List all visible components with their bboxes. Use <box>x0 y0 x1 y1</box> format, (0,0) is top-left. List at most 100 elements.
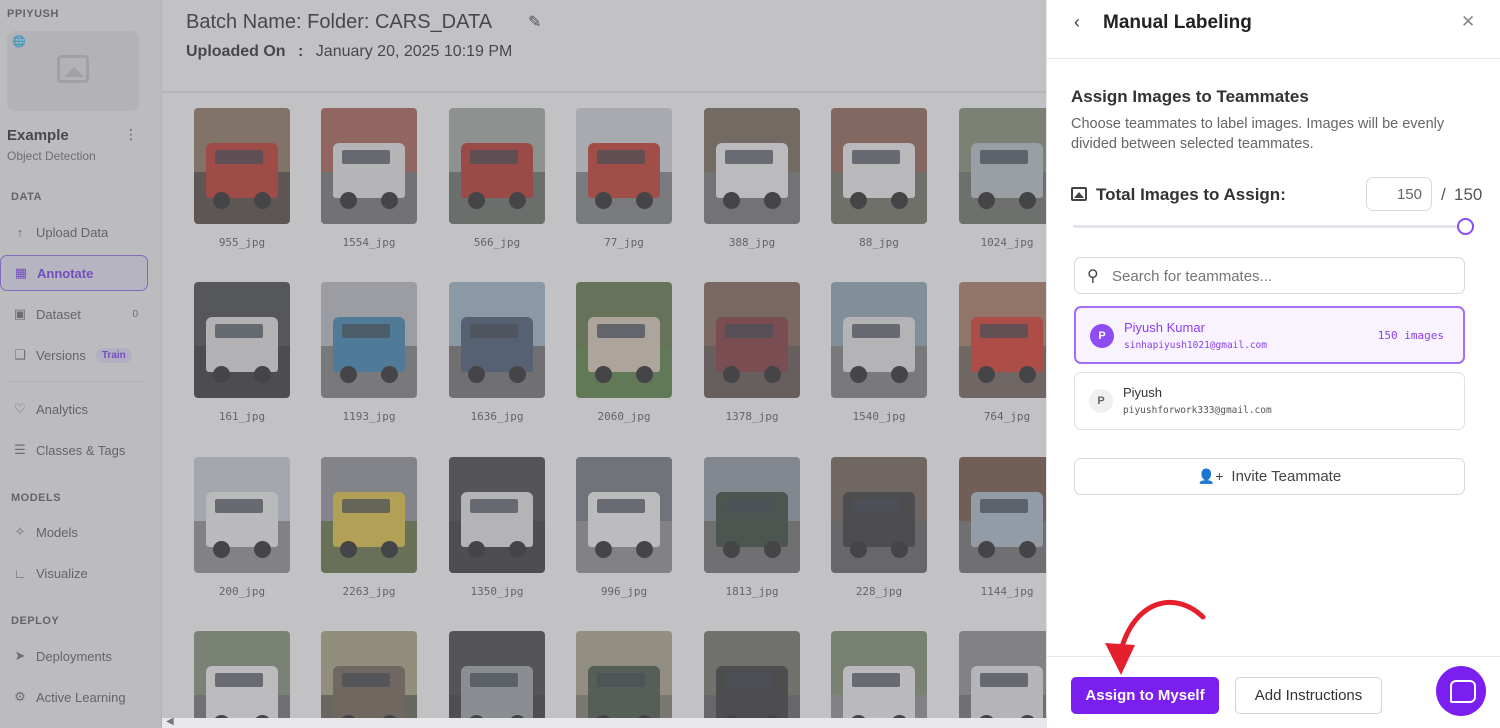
main-content: Batch Name: Folder: CARS_DATA ✎ Uploaded… <box>162 0 1046 728</box>
image-thumbnail[interactable] <box>831 631 927 728</box>
invite-teammate-button[interactable]: 👤+ Invite Teammate <box>1074 458 1465 495</box>
image-thumbnail[interactable] <box>704 457 800 573</box>
add-instructions-button[interactable]: Add Instructions <box>1235 677 1382 714</box>
image-thumbnail[interactable] <box>576 282 672 398</box>
teammate-item-piyush-kumar[interactable]: P Piyush Kumar sinhapiyush1021@gmail.com… <box>1074 306 1465 364</box>
teammate-email: piyushforwork333@gmail.com <box>1123 405 1272 416</box>
close-icon[interactable]: ✕ <box>1461 12 1475 32</box>
image-filename: 388_jpg <box>728 236 776 249</box>
assign-heading: Assign Images to Teammates <box>1071 87 1309 106</box>
image-thumbnail[interactable] <box>321 282 417 398</box>
image-thumbnail[interactable] <box>576 108 672 224</box>
sidebar-item-label: Upload Data <box>36 224 109 240</box>
train-pill: Train <box>95 347 132 363</box>
analytics-icon: ♡ <box>14 401 26 416</box>
image-thumbnail[interactable] <box>959 631 1046 728</box>
section-models: MODELS <box>11 492 62 504</box>
sidebar-item-annotate[interactable]: ▦ Annotate <box>0 255 148 291</box>
image-thumbnail[interactable] <box>959 282 1046 398</box>
image-thumbnail[interactable] <box>959 457 1046 573</box>
sidebar-item-dataset[interactable]: ▣ Dataset 0 <box>0 296 148 332</box>
teammate-item-piyush[interactable]: P Piyush piyushforwork333@gmail.com <box>1074 372 1465 430</box>
image-thumbnail[interactable] <box>704 282 800 398</box>
total-images-label: Total Images to Assign: <box>1096 185 1286 204</box>
horizontal-scrollbar[interactable]: ◀ <box>162 716 1046 728</box>
image-thumbnail[interactable] <box>321 457 417 573</box>
slider-thumb[interactable] <box>1457 218 1474 235</box>
workspace-name[interactable]: PPIYUSH <box>7 8 59 20</box>
teammate-search[interactable]: ⚲ <box>1074 257 1465 294</box>
image-filename: 200_jpg <box>218 585 266 598</box>
section-data: DATA <box>11 191 42 203</box>
image-filename: 764_jpg <box>983 410 1031 423</box>
teammate-image-count: 150 images <box>1377 329 1444 342</box>
sidebar-item-deployments[interactable]: ➤ Deployments <box>0 638 148 674</box>
sidebar-item-analytics[interactable]: ♡ Analytics <box>0 391 148 427</box>
sidebar-item-classes-tags[interactable]: ☰ Classes & Tags <box>0 432 148 468</box>
edit-pencil-icon[interactable]: ✎ <box>528 12 541 32</box>
teammate-search-input[interactable] <box>1112 265 1452 287</box>
classes-icon: ☰ <box>14 442 26 457</box>
sidebar-item-versions[interactable]: ❏ Versions Train <box>0 337 148 373</box>
sidebar-item-label: Dataset <box>36 306 81 322</box>
active-learning-icon: ⚙ <box>14 689 26 704</box>
sidebar-item-label: Models <box>36 524 78 540</box>
total-separator: / <box>1441 185 1446 204</box>
sidebar-item-visualize[interactable]: ∟ Visualize <box>0 555 148 591</box>
back-chevron-icon[interactable]: ‹ <box>1074 12 1080 33</box>
chat-support-icon[interactable] <box>1436 666 1486 716</box>
batch-label: Batch Name: <box>186 11 302 33</box>
deployments-icon: ➤ <box>14 648 26 663</box>
sidebar-item-label: Analytics <box>36 401 89 417</box>
upload-icon: ↑ <box>16 224 24 240</box>
image-thumbnail[interactable] <box>321 631 417 728</box>
image-thumbnail[interactable] <box>449 457 545 573</box>
image-thumbnail[interactable] <box>449 631 545 728</box>
image-filename: 1024_jpg <box>980 236 1034 249</box>
image-thumbnail[interactable] <box>831 457 927 573</box>
total-images-input[interactable] <box>1366 177 1432 211</box>
uploaded-separator: : <box>298 43 304 60</box>
project-thumbnail[interactable]: 🌐 <box>7 31 139 111</box>
image-filename: 1813_jpg <box>725 585 779 598</box>
drawer-title: Manual Labeling <box>1103 12 1252 33</box>
section-deploy: DEPLOY <box>11 615 60 627</box>
sidebar-item-label: Classes & Tags <box>36 442 126 458</box>
image-filename: 1193_jpg <box>342 410 396 423</box>
sidebar-item-upload-data[interactable]: ↑ Upload Data <box>0 214 148 250</box>
image-filename: 2060_jpg <box>597 410 651 423</box>
image-thumbnail[interactable] <box>576 457 672 573</box>
image-thumbnail[interactable] <box>194 282 290 398</box>
images-slider[interactable] <box>1073 218 1474 235</box>
image-thumbnail[interactable] <box>704 108 800 224</box>
sidebar-item-label: Versions <box>36 347 86 363</box>
image-thumbnail[interactable] <box>449 282 545 398</box>
image-thumbnail[interactable] <box>194 457 290 573</box>
image-thumbnail[interactable] <box>831 282 927 398</box>
image-thumbnail[interactable] <box>194 631 290 728</box>
search-icon: ⚲ <box>1087 268 1099 285</box>
image-thumbnail[interactable] <box>959 108 1046 224</box>
sidebar-item-models[interactable]: ✧ Models <box>0 514 148 550</box>
image-filename: 88_jpg <box>859 236 899 249</box>
image-thumbnail[interactable] <box>321 108 417 224</box>
image-thumbnail[interactable] <box>831 108 927 224</box>
image-thumbnail[interactable] <box>194 108 290 224</box>
image-filename: 566_jpg <box>473 236 521 249</box>
image-filename: 955_jpg <box>218 236 266 249</box>
image-thumbnail[interactable] <box>704 631 800 728</box>
image-thumbnail[interactable] <box>576 631 672 728</box>
dataset-count-badge: 0 <box>132 308 138 320</box>
teammate-name: Piyush Kumar <box>1124 320 1205 335</box>
versions-icon: ❏ <box>14 347 26 362</box>
teammate-name: Piyush <box>1123 385 1163 400</box>
image-thumbnail[interactable] <box>449 108 545 224</box>
sidebar-item-label: Active Learning <box>36 689 126 705</box>
more-options-icon[interactable]: ⋮ <box>124 126 138 143</box>
uploaded-on: Uploaded On : January 20, 2025 10:19 PM <box>186 43 512 61</box>
sidebar-item-active-learning[interactable]: ⚙ Active Learning <box>0 679 148 715</box>
scroll-left-icon[interactable]: ◀ <box>166 716 174 727</box>
batch-title: Batch Name: Folder: CARS_DATA <box>186 11 492 34</box>
avatar: P <box>1089 389 1113 413</box>
teammate-email: sinhapiyush1021@gmail.com <box>1124 340 1267 351</box>
